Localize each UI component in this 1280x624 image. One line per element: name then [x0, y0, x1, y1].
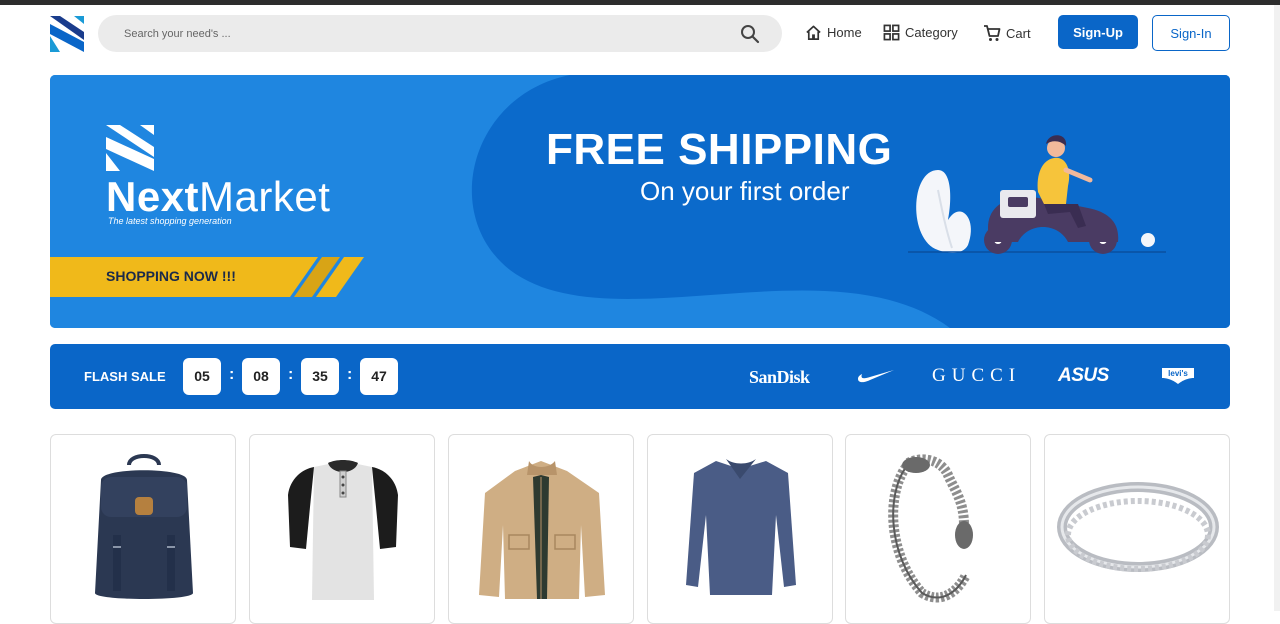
search-icon[interactable]	[740, 24, 760, 44]
product-card[interactable]	[845, 434, 1031, 624]
levis-logo[interactable]: levi's	[1161, 367, 1195, 385]
browser-top-strip	[0, 0, 1280, 5]
timer-hours: 05	[183, 358, 221, 395]
timer-centiseconds: 47	[360, 358, 398, 395]
brand-name: NextMarket	[106, 173, 330, 221]
search-input[interactable]	[124, 15, 724, 52]
product-card[interactable]	[249, 434, 435, 624]
timer-minutes: 08	[242, 358, 280, 395]
backpack-image	[95, 454, 193, 599]
product-card[interactable]	[647, 434, 833, 624]
nextmarket-logo[interactable]	[50, 16, 84, 52]
nextmarket-white-logo	[106, 125, 154, 171]
brand-asus[interactable]: ASUS	[1058, 365, 1109, 387]
jacket-image	[479, 461, 605, 599]
shopping-now-link[interactable]: SHOPPING NOW !!!	[106, 268, 236, 284]
flash-sale-bar: FLASH SALE 05 : 08 : 35 : 47 SanDisk GUC…	[50, 344, 1230, 409]
signin-button[interactable]: Sign-In	[1152, 15, 1230, 51]
hero-banner[interactable]: NextMarket The latest shopping generatio…	[50, 75, 1230, 328]
cart-icon	[984, 25, 1001, 41]
banner-subtitle: On your first order	[640, 176, 850, 206]
raglan-shirt-image	[288, 460, 398, 600]
ring-image	[1057, 482, 1219, 572]
sweater-image	[686, 459, 796, 595]
signup-button[interactable]: Sign-Up	[1058, 15, 1138, 49]
brand-sandisk[interactable]: SanDisk	[749, 367, 810, 388]
bracelet-image	[888, 454, 973, 603]
timer-separator: :	[347, 366, 353, 383]
flash-sale-label: FLASH SALE	[84, 369, 166, 384]
brand-tagline: The latest shopping generation	[108, 216, 232, 226]
grid-icon	[883, 24, 900, 41]
scrollbar[interactable]	[1274, 5, 1280, 611]
nav-cart[interactable]: Cart	[983, 24, 1031, 42]
brand-gucci[interactable]: GUCCI	[932, 365, 1021, 387]
nav-home[interactable]: Home	[805, 24, 862, 41]
nav-category-label: Category	[905, 25, 958, 40]
nav-cart-label: Cart	[1006, 25, 1031, 41]
banner-title: FREE SHIPPING	[546, 125, 893, 174]
nike-logo[interactable]	[856, 367, 896, 383]
levis-logo-text: levi's	[1168, 369, 1188, 378]
brand-name-bold: Next	[106, 173, 200, 220]
brand-name-light: Market	[199, 173, 331, 220]
search-bar	[98, 15, 782, 52]
timer-seconds: 35	[301, 358, 339, 395]
nav-category[interactable]: Category	[883, 24, 958, 41]
timer-separator: :	[229, 366, 235, 383]
nav-home-label: Home	[827, 25, 862, 40]
product-card[interactable]	[50, 434, 236, 624]
home-icon	[806, 25, 821, 40]
header: Home Category Cart Sign-Up Sign-In	[50, 14, 1230, 54]
product-card[interactable]	[448, 434, 634, 624]
delivery-scooter-illustration	[908, 135, 1166, 254]
product-card[interactable]	[1044, 434, 1230, 624]
timer-separator: :	[288, 366, 294, 383]
